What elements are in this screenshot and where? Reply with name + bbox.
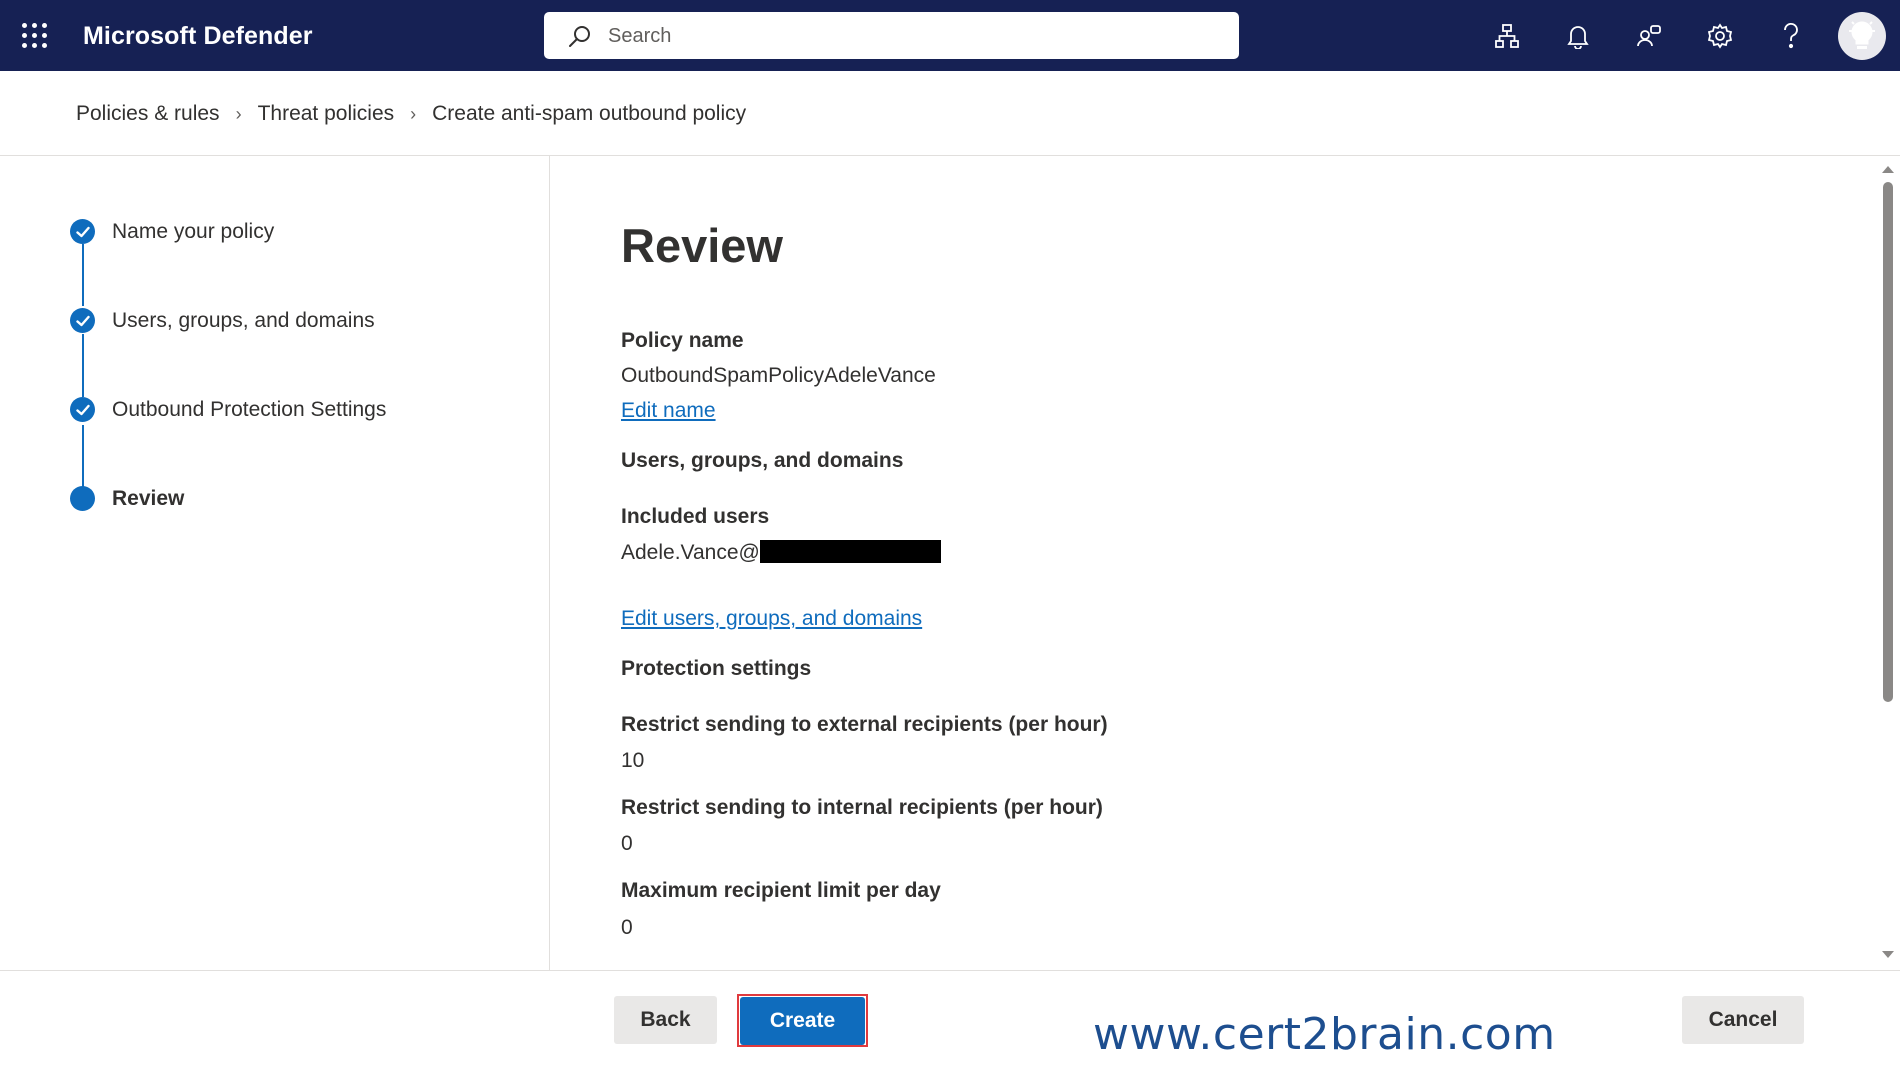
- chevron-right-icon: ›: [235, 103, 242, 124]
- people-chat-icon[interactable]: [1632, 19, 1666, 53]
- help-icon[interactable]: [1774, 19, 1808, 53]
- policy-name-label: Policy name: [621, 329, 744, 352]
- breadcrumb-threat-policies[interactable]: Threat policies: [258, 102, 395, 126]
- step-connector: [82, 425, 84, 488]
- protection-settings-label: Protection settings: [621, 657, 812, 680]
- search-icon: [569, 26, 590, 47]
- included-user-email: Adele.Vance@: [621, 541, 760, 564]
- search-placeholder: Search: [608, 25, 672, 47]
- top-navigation-bar: Microsoft Defender Search: [0, 0, 1900, 71]
- breadcrumb: Policies & rules › Threat policies › Cre…: [76, 102, 746, 126]
- edit-users-link[interactable]: Edit users, groups, and domains: [621, 607, 922, 631]
- breadcrumb-policies-rules[interactable]: Policies & rules: [76, 102, 220, 126]
- internal-limit-label: Restrict sending to internal recipients …: [621, 796, 1103, 819]
- step-label: Outbound Protection Settings: [112, 397, 387, 421]
- step-name-your-policy[interactable]: Name your policy: [70, 219, 274, 244]
- checkmark-icon: [70, 219, 95, 244]
- policy-name-value: OutboundSpamPolicyAdeleVance: [621, 364, 936, 387]
- current-step-dot-icon: [70, 486, 95, 511]
- included-users-label: Included users: [621, 505, 770, 528]
- vertical-scrollbar[interactable]: [1876, 160, 1900, 968]
- review-content: Review Policy name OutboundSpamPolicyAde…: [621, 156, 1871, 970]
- lightbulb-icon[interactable]: [1838, 12, 1886, 60]
- checkmark-icon: [70, 397, 95, 422]
- checkmark-icon: [70, 308, 95, 333]
- step-label: Review: [112, 486, 185, 510]
- back-button[interactable]: Back: [614, 996, 717, 1044]
- step-outbound-protection-settings[interactable]: Outbound Protection Settings: [70, 397, 386, 422]
- page-title: Review: [621, 219, 783, 272]
- wizard-footer: [0, 970, 1900, 1068]
- step-connector: [82, 244, 84, 306]
- daily-limit-label: Maximum recipient limit per day: [621, 879, 941, 902]
- scroll-up-arrow-icon[interactable]: [1882, 166, 1894, 173]
- scrollbar-thumb[interactable]: [1883, 182, 1893, 702]
- external-limit-label: Restrict sending to external recipients …: [621, 713, 1108, 736]
- app-title[interactable]: Microsoft Defender: [83, 22, 313, 51]
- bell-icon[interactable]: [1561, 19, 1595, 53]
- redacted-block: [759, 540, 941, 563]
- daily-limit-value: 0: [621, 916, 633, 939]
- internal-limit-value: 0: [621, 832, 633, 855]
- included-users-value: Adele.Vance@: [621, 540, 941, 565]
- external-limit-value: 10: [621, 749, 645, 772]
- step-label: Name your policy: [112, 219, 275, 243]
- breadcrumb-current-page: Create anti-spam outbound policy: [432, 102, 747, 125]
- step-users-groups-domains[interactable]: Users, groups, and domains: [70, 308, 375, 333]
- users-section-label: Users, groups, and domains: [621, 449, 904, 472]
- step-label: Users, groups, and domains: [112, 308, 375, 332]
- search-box[interactable]: Search: [544, 12, 1239, 59]
- step-connector: [82, 334, 84, 397]
- watermark: www.cert2brain.com: [1093, 1009, 1556, 1060]
- create-button-highlight: [737, 994, 868, 1047]
- wizard-steps-panel: Name your policy Users, groups, and doma…: [0, 156, 550, 970]
- waffle-icon[interactable]: [22, 23, 47, 48]
- org-chart-icon[interactable]: [1490, 19, 1524, 53]
- scroll-down-arrow-icon[interactable]: [1882, 951, 1894, 958]
- edit-name-link[interactable]: Edit name: [621, 399, 716, 423]
- step-review[interactable]: Review: [70, 486, 184, 511]
- gear-icon[interactable]: [1703, 19, 1737, 53]
- chevron-right-icon: ›: [410, 103, 417, 124]
- cancel-button[interactable]: Cancel: [1682, 996, 1804, 1044]
